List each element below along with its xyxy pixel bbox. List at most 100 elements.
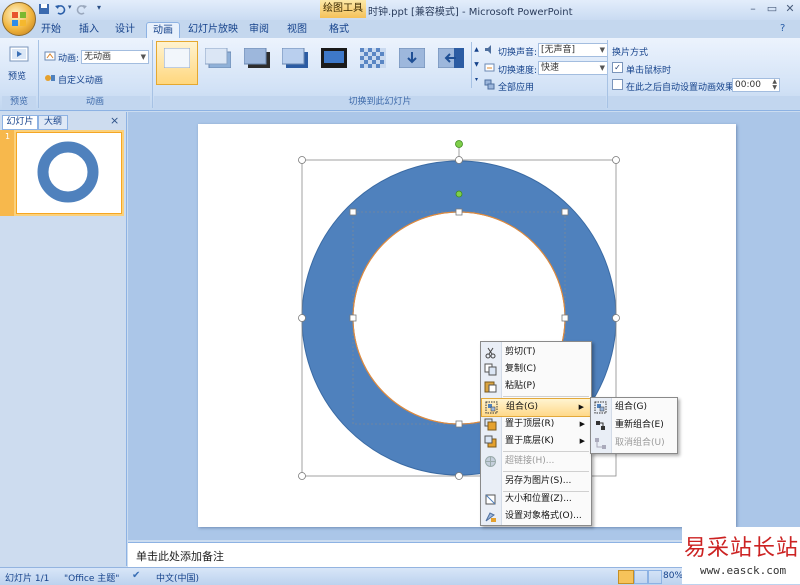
custom-animation-button[interactable]: 自定义动画 <box>58 73 103 86</box>
gallery-more-icon[interactable]: ▾ <box>472 72 481 87</box>
tab-home[interactable]: 开始 <box>38 22 64 38</box>
tab-animations[interactable]: 动画 <box>146 22 180 39</box>
save-icon[interactable] <box>38 3 50 17</box>
advance-group-label <box>608 96 800 109</box>
transition-cut-black[interactable] <box>313 41 355 85</box>
slide-sorter-icon[interactable] <box>634 570 648 584</box>
apply-all-icon <box>484 79 495 90</box>
spelling-check-icon[interactable]: ✔ <box>132 570 140 581</box>
submenu-item-group[interactable]: 组合(G) <box>591 399 677 416</box>
transition-dissolve[interactable] <box>274 41 316 85</box>
preview-button[interactable]: 预览 <box>8 69 26 82</box>
transition-speed-select[interactable]: 快速 ▼ <box>538 61 608 75</box>
menu-item-label: 组合(G) <box>615 402 647 412</box>
apply-all-button[interactable]: 全部应用 <box>498 80 534 93</box>
group-icon <box>594 401 607 414</box>
menu-item-copy[interactable]: 复制(C) <box>481 361 591 378</box>
copy-icon <box>484 363 497 376</box>
menu-item-label: 剪切(T) <box>505 347 536 357</box>
maximize-icon[interactable]: ▭ <box>763 2 781 16</box>
slideshow-view-icon[interactable] <box>648 570 662 584</box>
chevron-down-icon: ▼ <box>140 53 146 61</box>
submenu-arrow-icon: ▶ <box>578 403 584 411</box>
auto-after-label: 在此之后自动设置动画效果: <box>626 83 738 93</box>
transition-fade-black[interactable] <box>236 41 278 85</box>
tab-insert[interactable]: 插入 <box>76 22 102 38</box>
chevron-up-icon[interactable]: ▲ <box>472 42 481 57</box>
animation-label: 动画: <box>58 54 80 64</box>
transition-wipe-down[interactable] <box>391 41 433 85</box>
tab-format[interactable]: 格式 <box>324 22 354 38</box>
group-separator <box>38 40 39 108</box>
bring-front-icon <box>484 418 497 431</box>
tab-slideshow[interactable]: 幻灯片放映 <box>188 22 238 38</box>
menu-item-format-object[interactable]: 设置对象格式(O)... <box>481 508 591 525</box>
status-theme[interactable]: "Office 主题" <box>64 571 119 584</box>
speed-icon <box>484 62 495 73</box>
undo-dropdown-icon[interactable]: ▾ <box>68 3 72 17</box>
menu-item-label: 复制(C) <box>505 364 537 374</box>
transition-sound-select[interactable]: [无声音] ▼ <box>538 43 608 57</box>
slide-thumbnail[interactable] <box>16 132 122 214</box>
menu-item-cut[interactable]: 剪切(T) <box>481 344 591 361</box>
minimize-icon[interactable]: – <box>744 2 762 16</box>
menu-item-label: 重新组合(E) <box>615 420 664 430</box>
thumbnail-ring <box>37 141 99 203</box>
tab-outline[interactable]: 大纲 <box>38 115 68 130</box>
transition-wipe-left[interactable] <box>430 41 472 85</box>
undo-icon[interactable] <box>54 3 66 17</box>
preview-icon[interactable] <box>8 44 30 66</box>
menu-item-label: 组合(G) <box>506 402 538 412</box>
redo-icon[interactable] <box>76 3 88 17</box>
tab-slides[interactable]: 幻灯片 <box>2 115 38 130</box>
custom-animation-icon <box>44 72 56 84</box>
close-pane-icon[interactable]: × <box>110 114 119 127</box>
menu-item-paste[interactable]: 粘贴(P) <box>481 378 591 395</box>
office-button[interactable] <box>2 2 36 36</box>
notes-placeholder: 单击此处添加备注 <box>136 550 224 563</box>
submenu-item-regroup[interactable]: 重新组合(E) <box>591 417 677 434</box>
help-icon[interactable]: ? <box>780 23 785 34</box>
format-object-icon <box>485 512 496 522</box>
menu-item-label: 置于底层(K) <box>505 436 554 446</box>
menu-item-label: 超链接(H)... <box>505 456 555 466</box>
watermark-url: www.easck.com <box>700 564 787 577</box>
zoom-level[interactable]: 80% <box>663 571 683 581</box>
animation-select[interactable]: 无动画 ▼ <box>81 50 149 64</box>
menu-separator <box>503 396 589 397</box>
menu-item-bring-front[interactable]: 置于顶层(R) ▶ <box>481 416 591 433</box>
menu-item-group[interactable]: 组合(G) ▶ <box>481 398 591 417</box>
drawing-tools-tab: 绘图工具 <box>320 0 366 18</box>
menu-separator <box>503 451 589 452</box>
menu-item-send-back[interactable]: 置于底层(K) ▶ <box>481 433 591 450</box>
customize-qat-icon[interactable]: ▾ <box>97 3 101 17</box>
status-language[interactable]: 中文(中国) <box>156 571 199 584</box>
slide-number: 1 <box>5 132 11 141</box>
auto-after-checkbox[interactable] <box>612 79 623 90</box>
menu-item-save-as-picture[interactable]: 另存为图片(S)... <box>481 473 591 490</box>
tab-view[interactable]: 视图 <box>284 22 310 38</box>
transition-none[interactable] <box>156 41 198 85</box>
group-icon <box>485 401 498 414</box>
menu-item-hyperlink: 超链接(H)... <box>481 453 591 470</box>
tab-review[interactable]: 审阅 <box>246 22 272 38</box>
transition-fade[interactable] <box>197 41 239 85</box>
menu-item-label: 另存为图片(S)... <box>505 476 572 486</box>
spinner-arrows-icon[interactable]: ▲ ▼ <box>772 79 777 91</box>
menu-item-label: 设置对象格式(O)... <box>505 511 582 521</box>
transition-sound-label: 切换声音: <box>498 48 538 58</box>
auto-time-spinner[interactable]: 00:00 ▲ ▼ <box>732 78 780 92</box>
gallery-scroll[interactable]: ▲ ▼ ▾ <box>471 42 481 88</box>
menu-item-size-position[interactable]: 大小和位置(Z)... <box>481 491 591 508</box>
close-icon[interactable]: ✕ <box>781 2 799 16</box>
transition-checker[interactable] <box>352 41 394 85</box>
on-click-checkbox[interactable]: ✓ <box>612 62 623 73</box>
chevron-down-icon[interactable]: ▼ <box>472 57 481 72</box>
transition-group-label: 切换到此幻灯片 <box>154 96 606 109</box>
on-click-label: 单击鼠标时 <box>626 66 672 76</box>
normal-view-icon[interactable] <box>618 570 634 584</box>
tab-design[interactable]: 设计 <box>112 22 138 38</box>
regroup-icon <box>596 421 605 430</box>
transition-speed-label: 切换速度: <box>498 66 538 76</box>
status-bar: 幻灯片 1/1 "Office 主题" ✔ 中文(中国) 80% <box>0 567 800 585</box>
